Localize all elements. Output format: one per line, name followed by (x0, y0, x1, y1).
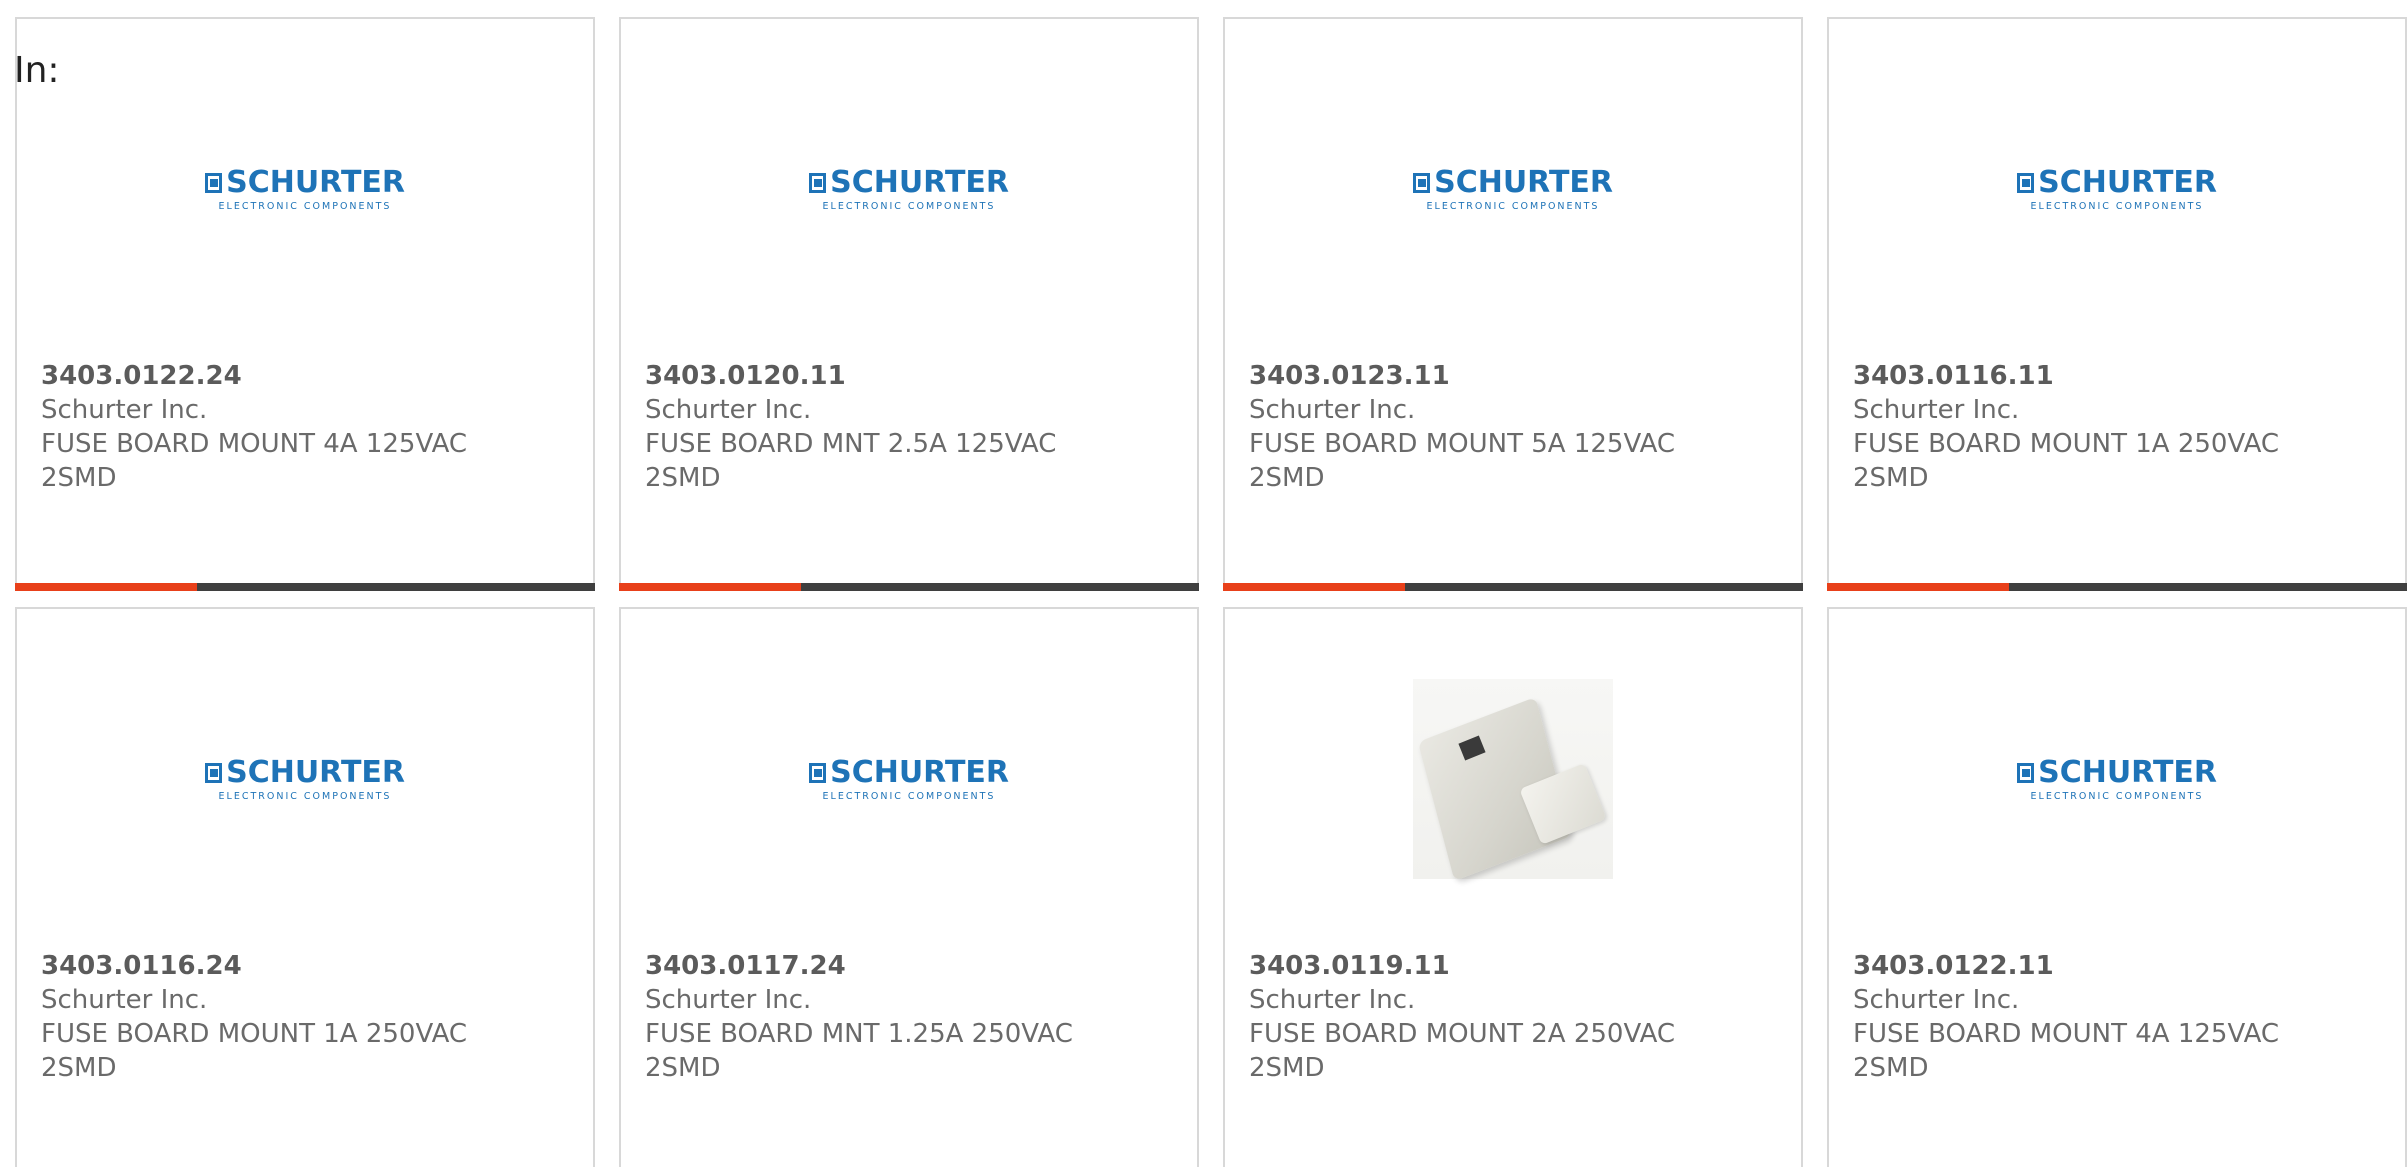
product-card[interactable]: SCHURTER ELECTRONIC COMPONENTS 3403.0116… (1827, 17, 2407, 591)
part-number[interactable]: 3403.0123.11 (1249, 359, 1781, 393)
schurter-logo: SCHURTER ELECTRONIC COMPONENTS (809, 756, 1009, 802)
card-bottom-bar (15, 583, 595, 591)
schurter-logo: SCHURTER ELECTRONIC COMPONENTS (809, 166, 1009, 212)
manufacturer: Schurter Inc. (1249, 395, 1416, 425)
part-number[interactable]: 3403.0117.24 (645, 949, 1177, 983)
product-image[interactable]: SCHURTER ELECTRONIC COMPONENTS (2017, 679, 2217, 879)
product-description: FUSE BOARD MOUNT 5A 125VAC 2SMD (1249, 429, 1676, 493)
product-card[interactable]: SCHURTER ELECTRONIC COMPONENTS 3403.0122… (15, 17, 595, 591)
schurter-mark-icon (205, 762, 223, 783)
product-info: 3403.0117.24 Schurter Inc. FUSE BOARD MN… (645, 949, 1177, 1085)
product-description: FUSE BOARD MOUNT 1A 250VAC 2SMD (41, 1019, 468, 1083)
product-card[interactable]: 3403.0119.11 Schurter Inc. FUSE BOARD MO… (1223, 607, 1803, 1167)
part-number[interactable]: 3403.0122.11 (1853, 949, 2385, 983)
product-description: FUSE BOARD MOUNT 4A 125VAC 2SMD (41, 429, 468, 493)
part-number[interactable]: 3403.0122.24 (41, 359, 573, 393)
product-grid: SCHURTER ELECTRONIC COMPONENTS 3403.0122… (15, 17, 2407, 1167)
schurter-logo: SCHURTER ELECTRONIC COMPONENTS (205, 166, 405, 212)
product-description: FUSE BOARD MOUNT 2A 250VAC 2SMD (1249, 1019, 1676, 1083)
product-image[interactable]: SCHURTER ELECTRONIC COMPONENTS (809, 679, 1009, 879)
in-label: In: (14, 50, 60, 91)
product-card[interactable]: SCHURTER ELECTRONIC COMPONENTS 3403.0122… (1827, 607, 2407, 1167)
product-image[interactable]: SCHURTER ELECTRONIC COMPONENTS (809, 89, 1009, 289)
product-description: FUSE BOARD MOUNT 1A 250VAC 2SMD (1853, 429, 2280, 493)
schurter-mark-icon (1413, 172, 1431, 193)
product-image[interactable] (1413, 679, 1613, 882)
manufacturer: Schurter Inc. (645, 985, 812, 1015)
manufacturer: Schurter Inc. (41, 395, 208, 425)
product-description: FUSE BOARD MNT 1.25A 250VAC 2SMD (645, 1019, 1073, 1083)
schurter-mark-icon (2017, 762, 2035, 783)
schurter-mark-icon (205, 172, 223, 193)
product-image[interactable]: SCHURTER ELECTRONIC COMPONENTS (1413, 89, 1613, 289)
product-card[interactable]: SCHURTER ELECTRONIC COMPONENTS 3403.0120… (619, 17, 1199, 591)
product-card[interactable]: SCHURTER ELECTRONIC COMPONENTS 3403.0123… (1223, 17, 1803, 591)
schurter-mark-icon (809, 172, 827, 193)
manufacturer: Schurter Inc. (1853, 985, 2020, 1015)
schurter-logo: SCHURTER ELECTRONIC COMPONENTS (2017, 756, 2217, 802)
card-bottom-bar (1827, 583, 2407, 591)
card-accent-bar (619, 583, 801, 591)
product-results-page: In: SCHURTER ELECTRONIC COMPONENTS 3403.… (0, 0, 2408, 1167)
fuse-photo (1413, 679, 1613, 882)
manufacturer: Schurter Inc. (41, 985, 208, 1015)
part-number[interactable]: 3403.0116.11 (1853, 359, 2385, 393)
product-description: FUSE BOARD MOUNT 4A 125VAC 2SMD (1853, 1019, 2280, 1083)
product-description: FUSE BOARD MNT 2.5A 125VAC 2SMD (645, 429, 1057, 493)
schurter-logo: SCHURTER ELECTRONIC COMPONENTS (1413, 166, 1613, 212)
product-card[interactable]: SCHURTER ELECTRONIC COMPONENTS 3403.0117… (619, 607, 1199, 1167)
manufacturer: Schurter Inc. (645, 395, 812, 425)
schurter-logo: SCHURTER ELECTRONIC COMPONENTS (205, 756, 405, 802)
card-accent-bar (1827, 583, 2009, 591)
product-info: 3403.0122.24 Schurter Inc. FUSE BOARD MO… (41, 359, 573, 495)
part-number[interactable]: 3403.0119.11 (1249, 949, 1781, 983)
manufacturer: Schurter Inc. (1853, 395, 2020, 425)
schurter-logo: SCHURTER ELECTRONIC COMPONENTS (2017, 166, 2217, 212)
product-image[interactable]: SCHURTER ELECTRONIC COMPONENTS (205, 89, 405, 289)
card-bottom-bar (619, 583, 1199, 591)
schurter-mark-icon (809, 762, 827, 783)
card-bottom-bar (1223, 583, 1803, 591)
product-info: 3403.0116.24 Schurter Inc. FUSE BOARD MO… (41, 949, 573, 1085)
card-accent-bar (15, 583, 197, 591)
product-image[interactable]: SCHURTER ELECTRONIC COMPONENTS (205, 679, 405, 879)
card-accent-bar (1223, 583, 1405, 591)
part-number[interactable]: 3403.0116.24 (41, 949, 573, 983)
schurter-mark-icon (2017, 172, 2035, 193)
manufacturer: Schurter Inc. (1249, 985, 1416, 1015)
product-card[interactable]: SCHURTER ELECTRONIC COMPONENTS 3403.0116… (15, 607, 595, 1167)
product-info: 3403.0123.11 Schurter Inc. FUSE BOARD MO… (1249, 359, 1781, 495)
product-info: 3403.0119.11 Schurter Inc. FUSE BOARD MO… (1249, 949, 1781, 1085)
product-info: 3403.0122.11 Schurter Inc. FUSE BOARD MO… (1853, 949, 2385, 1085)
product-image[interactable]: SCHURTER ELECTRONIC COMPONENTS (2017, 89, 2217, 289)
product-info: 3403.0120.11 Schurter Inc. FUSE BOARD MN… (645, 359, 1177, 495)
part-number[interactable]: 3403.0120.11 (645, 359, 1177, 393)
product-info: 3403.0116.11 Schurter Inc. FUSE BOARD MO… (1853, 359, 2385, 495)
